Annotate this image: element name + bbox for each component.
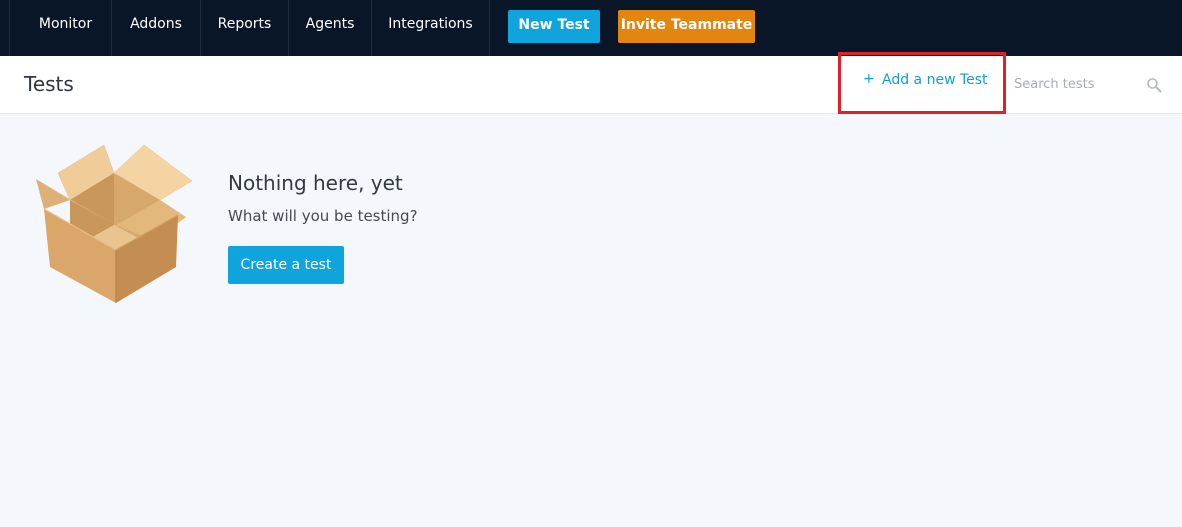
create-test-button[interactable]: Create a test bbox=[228, 246, 344, 284]
search-icon[interactable] bbox=[1146, 77, 1162, 93]
search-tests-input[interactable] bbox=[1006, 68, 1156, 100]
plus-icon: + bbox=[863, 71, 875, 87]
page-title: Tests bbox=[24, 72, 74, 96]
empty-state-title: Nothing here, yet bbox=[228, 171, 403, 195]
add-new-test-link[interactable]: + Add a new Test bbox=[838, 52, 1006, 114]
nav-item-reports[interactable]: Reports bbox=[201, 0, 289, 56]
nav-item-partial[interactable]: e bbox=[0, 0, 10, 56]
new-test-button[interactable]: New Test bbox=[508, 10, 600, 43]
empty-state-subtitle: What will you be testing? bbox=[228, 207, 418, 225]
nav-item-addons[interactable]: Addons bbox=[112, 0, 201, 56]
nav-item-integrations[interactable]: Integrations bbox=[372, 0, 490, 56]
top-navigation: e Monitor Addons Reports Agents Integrat… bbox=[0, 0, 1182, 56]
nav-item-monitor[interactable]: Monitor bbox=[20, 0, 112, 56]
add-new-test-label: Add a new Test bbox=[882, 72, 988, 88]
invite-teammate-button[interactable]: Invite Teammate bbox=[618, 10, 755, 43]
nav-item-agents[interactable]: Agents bbox=[289, 0, 372, 56]
empty-box-illustration bbox=[36, 145, 192, 303]
